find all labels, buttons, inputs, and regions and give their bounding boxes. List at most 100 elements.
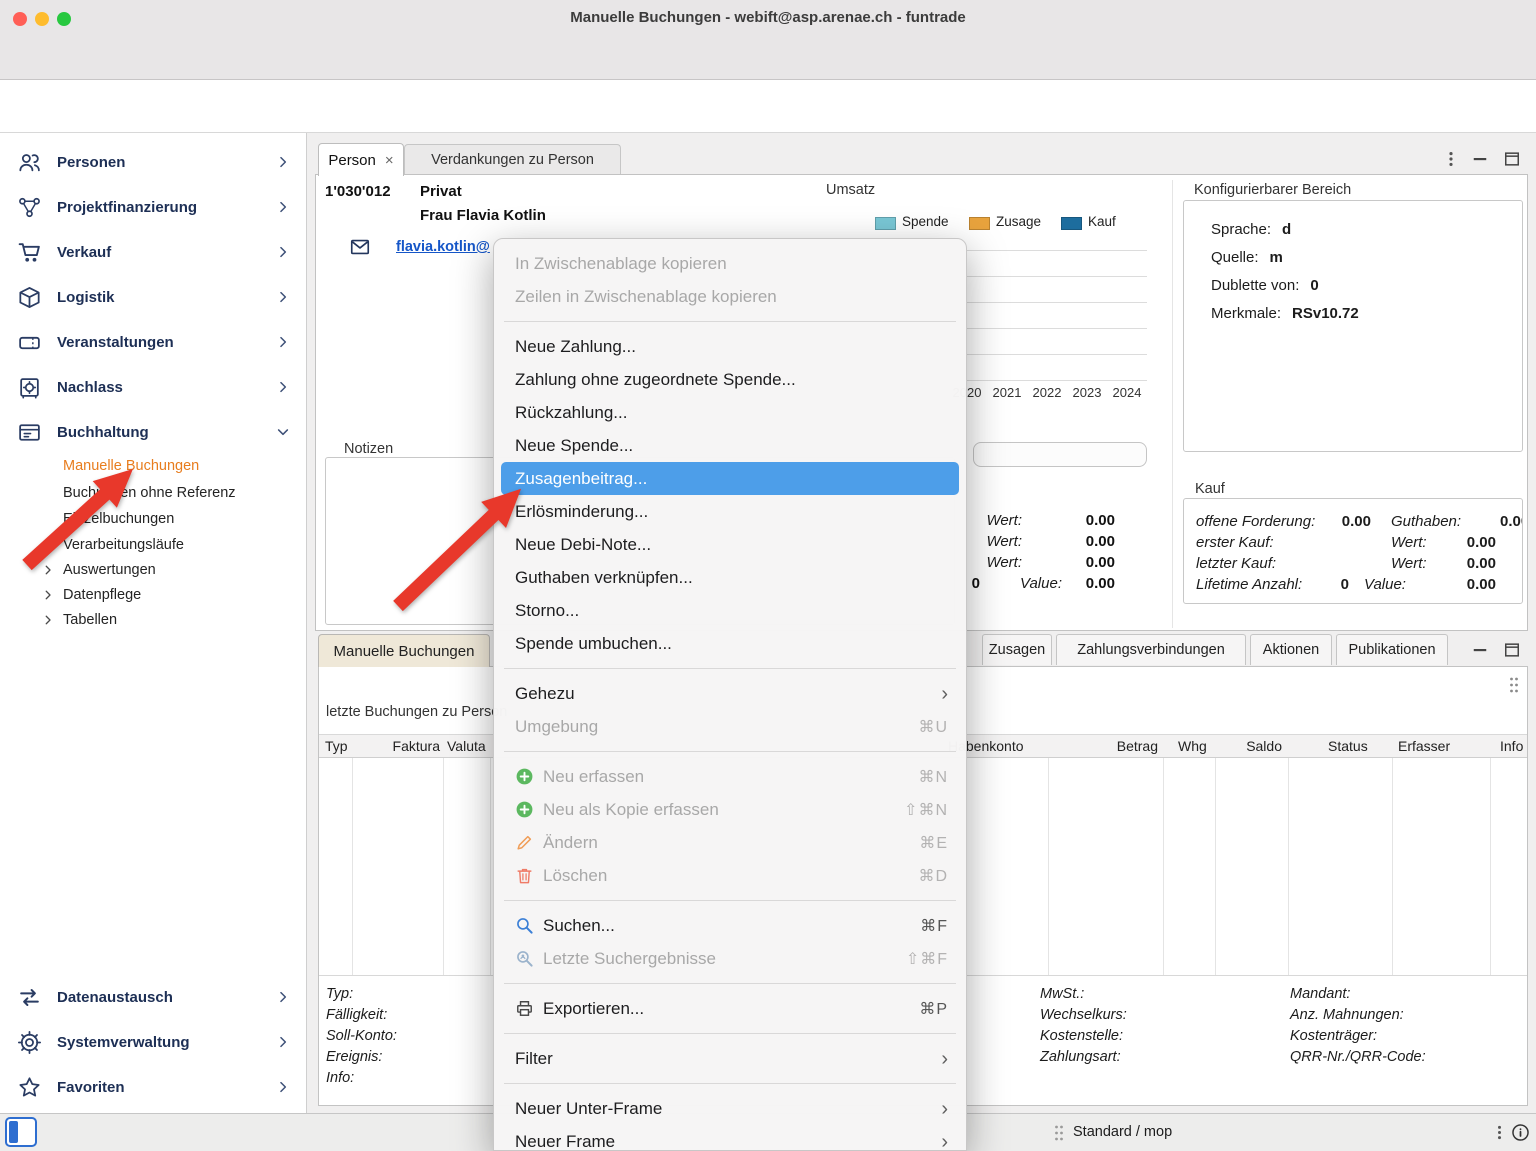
sidebar-item-verarbeitungslaeufe[interactable]: Verarbeitungsläufe xyxy=(63,532,184,558)
column-divider xyxy=(1392,758,1393,975)
tab-options-icon[interactable] xyxy=(1441,149,1461,169)
menu-item-neuer-unter-frame[interactable]: Neuer Unter-Frame› xyxy=(494,1092,966,1125)
field-label: Wert: xyxy=(1391,534,1427,551)
field-value: 0.00 xyxy=(1467,576,1496,593)
column-header-valuta[interactable]: Valuta xyxy=(447,738,486,754)
panel-grip[interactable] xyxy=(1508,676,1520,694)
sidebar-item-label: Tabellen xyxy=(63,612,117,628)
menu-item-neue-debi-note[interactable]: Neue Debi-Note... xyxy=(494,528,966,561)
menu-item-filter[interactable]: Filter› xyxy=(494,1042,966,1075)
menu-item-guthaben-verknuepfen[interactable]: Guthaben verknüpfen... xyxy=(494,561,966,594)
menu-shortcut: ⇧⌘F xyxy=(906,949,948,969)
sidebar-item-favoriten[interactable]: Favoriten xyxy=(0,1072,306,1102)
column-header-faktura[interactable]: Faktura xyxy=(393,738,440,754)
collapse-panel-icon[interactable] xyxy=(1470,640,1490,660)
menu-item-zeilen-in-zwischenablage-kopieren: Zeilen in Zwischenablage kopieren xyxy=(494,280,966,313)
field-label: letzter Kauf: xyxy=(1196,555,1276,572)
sidebar-item-auswertungen[interactable]: Auswertungen xyxy=(42,557,156,583)
stat-value: 0.00 xyxy=(1086,512,1115,529)
column-header-info[interactable]: Info xyxy=(1500,738,1523,754)
tab-verdankungen-zu-person[interactable]: Verdankungen zu Person xyxy=(404,144,621,175)
sidebar: Personen Projektfinanzierung Verkauf Log… xyxy=(0,133,307,1113)
search-history-icon xyxy=(515,949,534,968)
kauf-panel: offene Forderung:0.00Guthaben:0.00 erste… xyxy=(1183,498,1523,604)
submenu-chevron-icon: › xyxy=(941,1049,948,1069)
konfig-row: Quelle:m xyxy=(1211,249,1283,266)
sidebar-item-logistik[interactable]: Logistik xyxy=(0,282,306,312)
menu-shortcut: ⌘N xyxy=(918,767,948,787)
menu-item-gehezu[interactable]: Gehezu› xyxy=(494,677,966,710)
field-label: Guthaben: xyxy=(1391,513,1461,530)
column-header-whg[interactable]: Whg xyxy=(1178,738,1207,754)
menu-item-exportieren[interactable]: Exportieren...⌘P xyxy=(494,992,966,1025)
chevron-right-icon xyxy=(276,200,290,214)
menu-item-neue-spende[interactable]: Neue Spende... xyxy=(494,429,966,462)
field-label: Dublette von: xyxy=(1211,277,1299,294)
sidebar-item-projektfinanzierung[interactable]: Projektfinanzierung xyxy=(0,192,306,222)
column-divider xyxy=(443,758,444,975)
column-header-saldo[interactable]: Saldo xyxy=(1246,738,1282,754)
app-header: Arenae WEBIFT P xyxy=(0,80,1536,133)
menu-item-neuer-frame[interactable]: Neuer Frame› xyxy=(494,1125,966,1151)
menu-separator xyxy=(494,660,966,677)
menu-item-storno[interactable]: Storno... xyxy=(494,594,966,627)
menu-item-neue-zahlung[interactable]: Neue Zahlung... xyxy=(494,330,966,363)
sidebar-item-label: Datenaustausch xyxy=(57,989,173,1006)
sidebar-item-veranstaltungen[interactable]: Veranstaltungen xyxy=(0,327,306,357)
person-email-link[interactable]: flavia.kotlin@ xyxy=(396,239,490,255)
menu-item-rueckzahlung[interactable]: Rückzahlung... xyxy=(494,396,966,429)
tab-aktionen[interactable]: Aktionen xyxy=(1250,634,1332,665)
menu-item-suchen[interactable]: Suchen...⌘F xyxy=(494,909,966,942)
collapse-panel-icon[interactable] xyxy=(1470,149,1490,169)
tab-publikationen[interactable]: Publikationen xyxy=(1336,634,1448,665)
menu-item-umgebung: Umgebung⌘U xyxy=(494,710,966,743)
sidebar-item-datenpflege[interactable]: Datenpflege xyxy=(42,582,141,608)
close-icon[interactable]: × xyxy=(385,152,394,169)
sidebar-toggle-button[interactable] xyxy=(5,1117,37,1147)
buchungen-section-label: letzte Buchungen zu Person xyxy=(326,704,507,720)
sidebar-item-buchungen-ohne-referenz[interactable]: Buchungen ohne Referenz xyxy=(63,480,236,506)
sidebar-item-einzelbuchungen[interactable]: Einzelbuchungen xyxy=(63,506,174,532)
tab-zahlungsverbindungen[interactable]: Zahlungsverbindungen xyxy=(1056,634,1246,665)
umsatz-title: Umsatz xyxy=(826,182,875,198)
sidebar-item-personen[interactable]: Personen xyxy=(0,147,306,177)
sidebar-item-buchhaltung[interactable]: Buchhaltung xyxy=(0,417,306,447)
menu-item-label: Ändern xyxy=(543,833,598,853)
column-header-betrag[interactable]: Betrag xyxy=(1117,738,1158,754)
sidebar-item-datenaustausch[interactable]: Datenaustausch xyxy=(0,982,306,1012)
sidebar-item-manuelle-buchungen[interactable]: Manuelle Buchungen xyxy=(63,453,199,479)
menu-item-zusagenbeitrag[interactable]: Zusagenbeitrag... xyxy=(501,462,959,495)
menu-item-erloesminderung[interactable]: Erlösminderung... xyxy=(494,495,966,528)
info-icon[interactable] xyxy=(1510,1122,1531,1143)
menu-shortcut: ⌘D xyxy=(918,866,948,886)
column-header-typ[interactable]: Typ xyxy=(325,738,348,754)
menu-shortcut: ⌘E xyxy=(919,833,948,853)
expand-panel-icon[interactable] xyxy=(1502,640,1522,660)
notizen-title: Notizen xyxy=(344,441,393,457)
chart-range-selector[interactable] xyxy=(973,442,1147,467)
expand-panel-icon[interactable] xyxy=(1502,149,1522,169)
window-title: Manuelle Buchungen - webift@asp.arenae.c… xyxy=(0,9,1536,26)
menu-item-label: Neu als Kopie erfassen xyxy=(543,800,719,820)
column-divider xyxy=(1288,758,1289,975)
tab-person[interactable]: Person× xyxy=(318,143,404,176)
menu-item-zahlung-ohne-zugeordnete-spende[interactable]: Zahlung ohne zugeordnete Spende... xyxy=(494,363,966,396)
konfig-title: Konfigurierbarer Bereich xyxy=(1194,182,1351,198)
column-header-erfasser[interactable]: Erfasser xyxy=(1398,738,1450,754)
menu-item-spende-umbuchen[interactable]: Spende umbuchen... xyxy=(494,627,966,660)
legend-swatch-zusage xyxy=(969,217,990,230)
sidebar-item-systemverwaltung[interactable]: Systemverwaltung xyxy=(0,1027,306,1057)
axis-year-label: 2021 xyxy=(987,385,1027,400)
status-grip[interactable] xyxy=(1053,1124,1065,1142)
sidebar-item-nachlass[interactable]: Nachlass xyxy=(0,372,306,402)
sidebar-item-tabellen[interactable]: Tabellen xyxy=(42,607,117,633)
axis-year-label: 2023 xyxy=(1067,385,1107,400)
menu-item-neu-als-kopie-erfassen: Neu als Kopie erfassen⇧⌘N xyxy=(494,793,966,826)
sidebar-item-verkauf[interactable]: Verkauf xyxy=(0,237,306,267)
column-header-status[interactable]: Status xyxy=(1328,738,1368,754)
menu-item-label: Umgebung xyxy=(515,717,598,737)
tab-manuelle-buchungen[interactable]: Manuelle Buchungen xyxy=(318,634,490,667)
axis-year-label: 2024 xyxy=(1107,385,1147,400)
tab-zusagen[interactable]: Zusagen xyxy=(982,634,1052,665)
status-options-icon[interactable] xyxy=(1490,1123,1509,1142)
